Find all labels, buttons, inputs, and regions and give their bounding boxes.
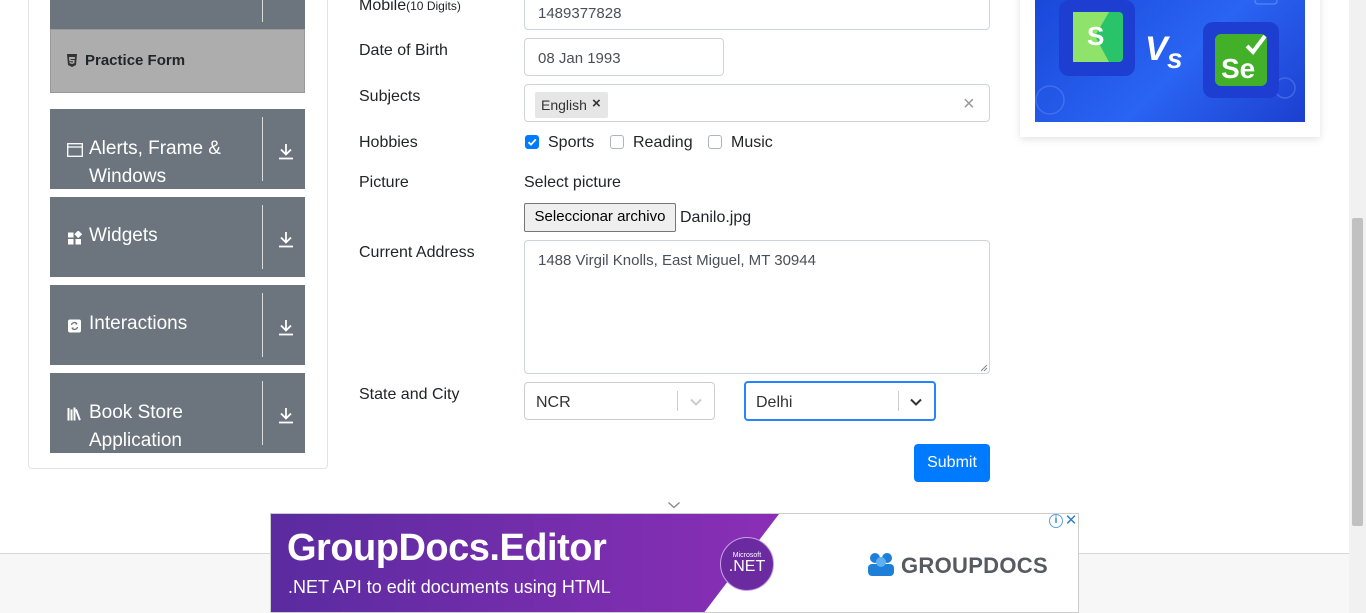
- mobile-label: Mobile(10 Digits): [359, 0, 461, 14]
- chevron-down-icon[interactable]: [909, 397, 923, 407]
- reading-checkbox[interactable]: [610, 135, 624, 149]
- sidebar-group-label: Widgets: [89, 225, 158, 246]
- dob-value: 08 Jan 1993: [538, 50, 621, 67]
- sidebar-group-forms[interactable]: [50, 0, 305, 29]
- groupdocs-logo-icon: [868, 553, 894, 576]
- ad-title: GroupDocs.Editor: [287, 527, 607, 569]
- subjects-label: Subjects: [359, 88, 421, 105]
- window-icon: [67, 143, 83, 157]
- html5-icon: [67, 54, 77, 67]
- svg-text:S: S: [1087, 21, 1104, 51]
- interactions-icon: [68, 319, 81, 333]
- file-name: Danilo.jpg: [680, 209, 752, 226]
- resize-handle-icon[interactable]: [979, 363, 988, 372]
- sidebar-group-widgets[interactable]: Widgets: [50, 197, 305, 277]
- dotnet-badge: Microsoft .NET: [720, 537, 774, 591]
- city-value: Delhi: [756, 394, 793, 411]
- sidebar-group-label-line2: Application: [89, 430, 182, 451]
- select-picture-label: Select picture: [524, 174, 621, 191]
- current-address-value: 1488 Virgil Knolls, East Miguel, MT 3094…: [538, 252, 816, 269]
- chevron-down-icon[interactable]: [667, 501, 681, 510]
- book-icon: [67, 407, 81, 421]
- sidebar-group-book-store[interactable]: Book Store Application: [50, 373, 305, 453]
- sidebar-group-interactions[interactable]: Interactions: [50, 285, 305, 365]
- state-city-label: State and City: [359, 386, 460, 403]
- mobile-value: 1489377828: [538, 5, 622, 22]
- mobile-hint: (10 Digits): [406, 0, 461, 13]
- current-address-label: Current Address: [359, 244, 475, 261]
- chevron-down-icon[interactable]: [689, 397, 703, 407]
- sports-label[interactable]: Sports: [548, 134, 594, 152]
- download-icon[interactable]: [278, 407, 294, 424]
- katalon-vs-selenium-graphic: S V s Se: [1035, 0, 1296, 115]
- dob-input[interactable]: 08 Jan 1993: [524, 38, 724, 76]
- sidebar-item-practice-form[interactable]: Practice Form: [50, 29, 305, 93]
- music-checkbox[interactable]: [708, 135, 722, 149]
- choose-file-button[interactable]: Seleccionar archivo: [524, 203, 676, 232]
- sidebar-group-label: Interactions: [89, 313, 188, 334]
- city-select-separator: [898, 391, 899, 411]
- ad-subtitle: .NET API to edit documents using HTML: [288, 577, 611, 597]
- chip-remove-icon[interactable]: ×: [592, 95, 601, 112]
- ad-close-icon[interactable]: ✕: [1064, 514, 1078, 528]
- state-select-separator: [677, 391, 678, 411]
- sidebar-item-label: Practice Form: [85, 52, 186, 69]
- clear-all-icon[interactable]: ×: [963, 93, 975, 116]
- ad-choices-icon[interactable]: i: [1049, 514, 1063, 528]
- sidebar-group-alerts-frame-windows[interactable]: Alerts, Frame & Windows: [50, 109, 305, 189]
- submit-button[interactable]: Submit: [914, 444, 990, 482]
- svg-text:Se: Se: [1221, 53, 1255, 84]
- subject-chip: English ×: [535, 92, 608, 118]
- widgets-icon: [68, 231, 83, 245]
- current-address-textarea[interactable]: 1488 Virgil Knolls, East Miguel, MT 3094…: [524, 240, 990, 374]
- city-select[interactable]: Delhi: [744, 381, 936, 421]
- promo-ad-card[interactable]: S V s Se: [1020, 0, 1320, 137]
- sidebar-group-label: Book Store: [89, 402, 183, 423]
- picture-label: Picture: [359, 174, 409, 191]
- sidebar-group-label: Alerts, Frame &: [89, 138, 221, 159]
- dob-label: Date of Birth: [359, 42, 448, 59]
- reading-label[interactable]: Reading: [633, 134, 693, 152]
- promo-ad-image[interactable]: S V s Se: [1035, 0, 1305, 122]
- download-icon[interactable]: [278, 231, 294, 248]
- sports-checkbox[interactable]: [525, 135, 539, 149]
- sidebar-group-label-line2: Windows: [89, 166, 167, 187]
- subject-chip-label: English: [541, 97, 587, 113]
- dotnet-badge-main: .NET: [728, 558, 766, 575]
- music-label[interactable]: Music: [731, 134, 773, 152]
- hobbies-label: Hobbies: [359, 134, 418, 151]
- state-value: NCR: [536, 394, 571, 411]
- download-icon[interactable]: [278, 319, 294, 336]
- bottom-ad-banner[interactable]: GroupDocs.Editor .NET API to edit docume…: [270, 513, 1079, 613]
- state-select[interactable]: NCR: [524, 382, 715, 420]
- subjects-input[interactable]: English × ×: [524, 84, 990, 122]
- mobile-input[interactable]: 1489377828: [524, 0, 990, 30]
- groupdocs-brand: GROUPDOCS: [901, 553, 1048, 578]
- download-icon[interactable]: [278, 143, 294, 160]
- svg-text:s: s: [1167, 43, 1183, 74]
- check-icon: [527, 138, 537, 146]
- page-scrollbar-thumb[interactable]: [1352, 218, 1363, 526]
